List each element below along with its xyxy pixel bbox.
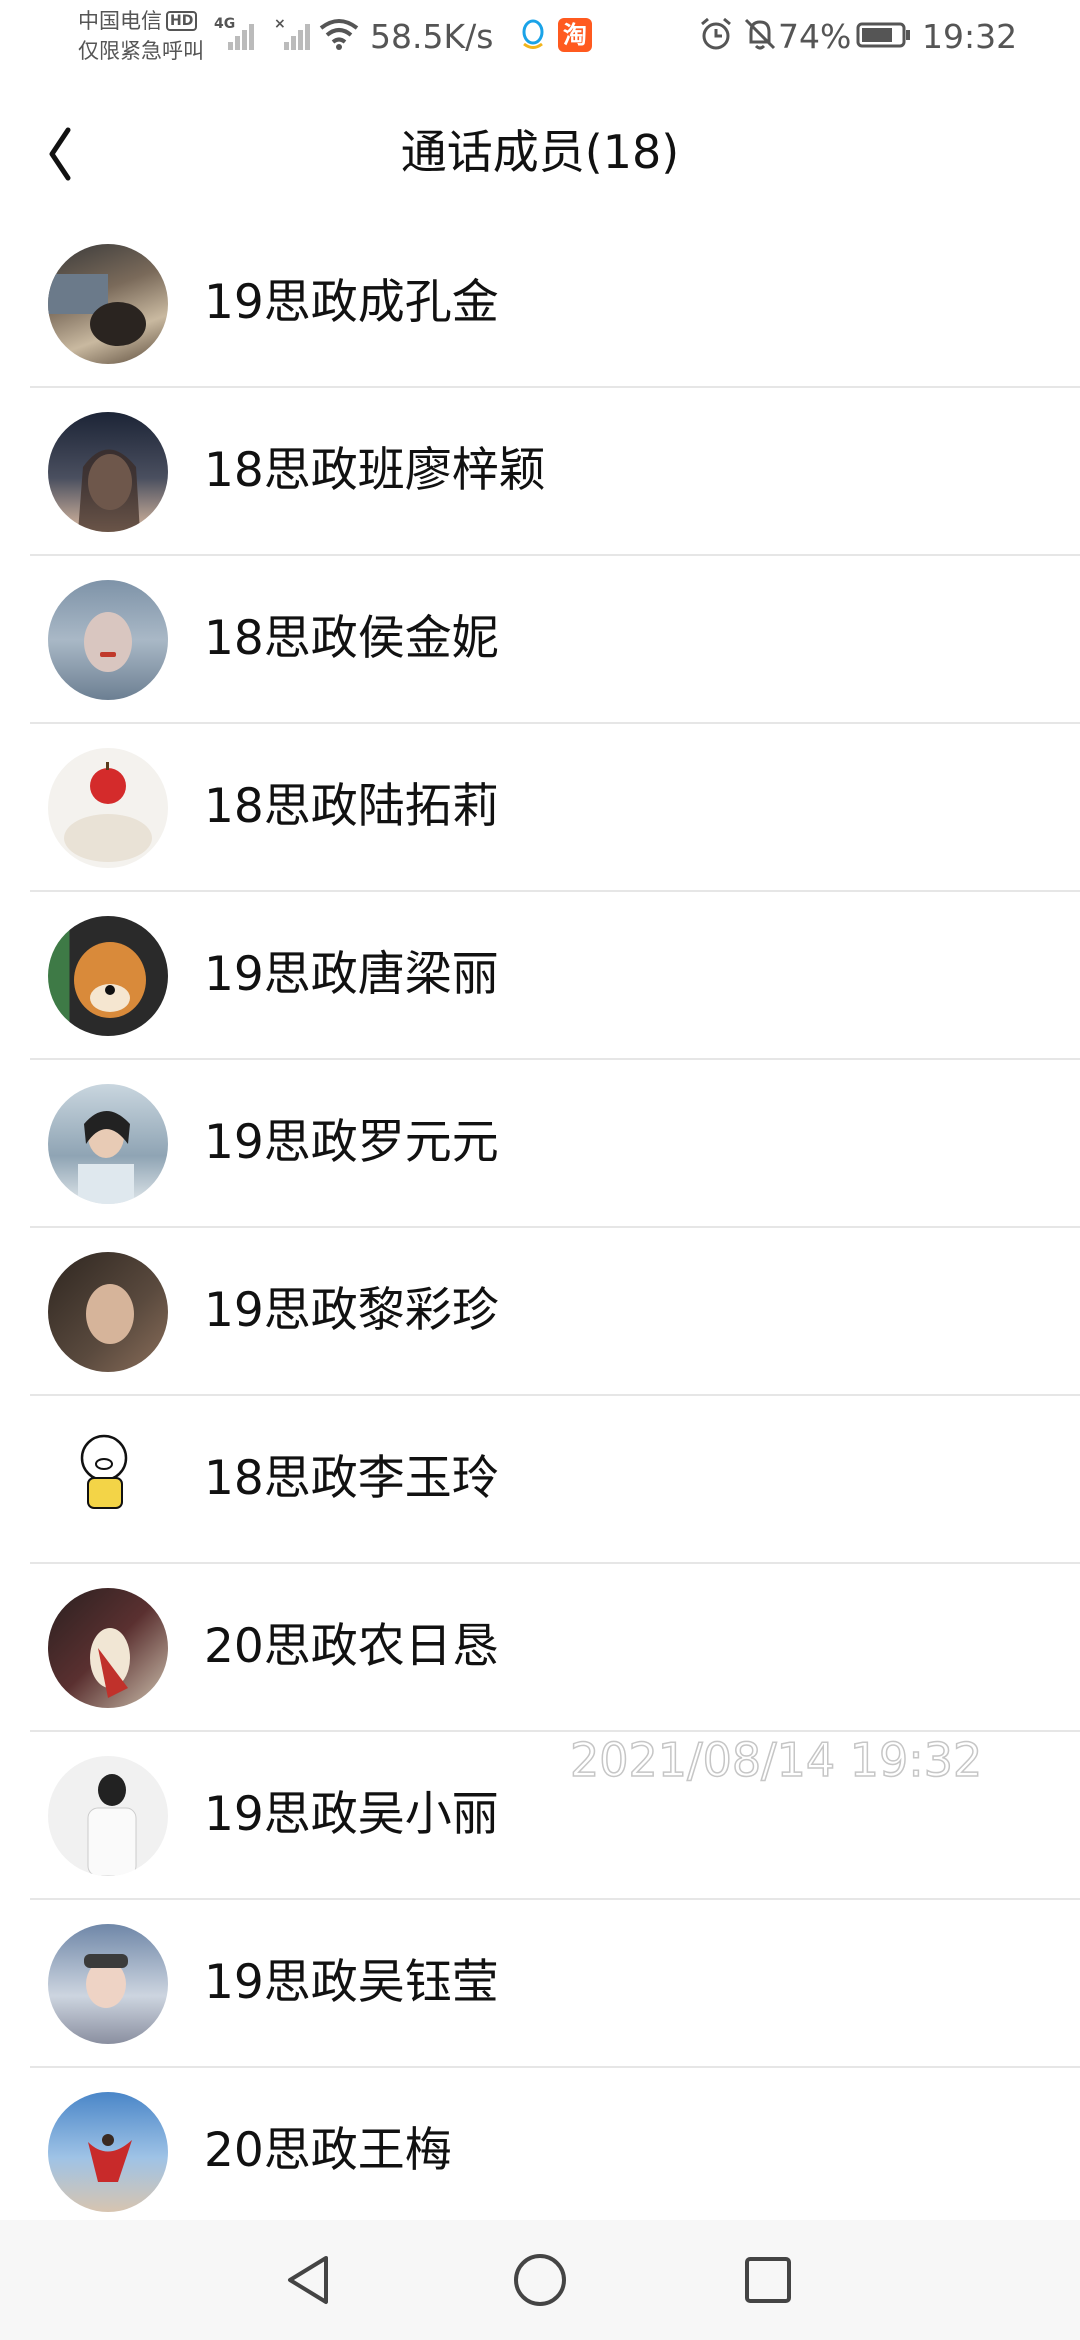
member-row[interactable]: 18思政李玉玲 [0,1396,1080,1564]
member-name: 18思政侯金妮 [204,611,499,666]
silent-bell-icon [742,16,778,52]
triangle-back-icon [288,2256,328,2304]
emergency-only-text: 仅限紧急呼叫 [78,39,204,63]
member-row[interactable]: 19思政吴钰莹 [0,1900,1080,2068]
member-name: 19思政吴小丽 [204,1787,499,1842]
member-name: 19思政唐梁丽 [204,947,499,1002]
system-nav-bar [0,2220,1080,2340]
circle-home-icon [514,2254,566,2306]
avatar [48,1588,168,1708]
member-row[interactable]: 20思政王梅 [0,2068,1080,2236]
member-name: 19思政黎彩珍 [204,1283,499,1338]
member-row[interactable]: 19思政黎彩珍 [0,1228,1080,1396]
nav-back-button[interactable] [278,2250,338,2310]
member-row[interactable]: 18思政陆拓莉 [0,724,1080,892]
avatar [48,580,168,700]
member-name: 20思政农日恳 [204,1619,499,1674]
member-list: 19思政成孔金 18思政班廖梓颖 18思政侯金妮 18思政陆拓莉 19思政唐梁丽… [0,220,1080,2236]
signal-4g-icon: 4G [214,16,258,52]
page-title: 通话成员(18) [400,125,680,179]
avatar [48,2092,168,2212]
wifi-icon [318,16,360,52]
network-speed: 58.5K/s [370,17,494,56]
battery-percent: 74% [778,17,852,56]
nav-home-button[interactable] [510,2250,570,2310]
member-row[interactable]: 19思政罗元元 [0,1060,1080,1228]
avatar [48,412,168,532]
carrier-name: 中国电信 [78,9,162,33]
member-row[interactable]: 18思政班廖梓颖 [0,388,1080,556]
clock: 19:32 [922,17,1018,56]
hd-badge: HD [166,11,198,31]
carrier-info: 中国电信 HD 仅限紧急呼叫 [78,6,204,66]
avatar [48,1924,168,2044]
avatar [48,916,168,1036]
member-name: 18思政李玉玲 [204,1451,499,1506]
square-recents-icon [745,2257,791,2303]
timestamp-watermark: 2021/08/14 19:32 [569,1732,983,1788]
avatar [48,1084,168,1204]
avatar [48,1252,168,1372]
member-row[interactable]: 19思政成孔金 [0,220,1080,388]
taobao-notification-icon: 淘 [558,18,592,52]
qq-notification-icon [516,18,550,52]
member-row[interactable]: 19思政唐梁丽 [0,892,1080,1060]
avatar [48,1420,168,1540]
header-bar: 通话成员(18) [0,80,1080,220]
signal-no-sim-icon: × [274,16,314,52]
member-name: 18思政陆拓莉 [204,779,499,834]
member-name: 18思政班廖梓颖 [204,443,546,498]
avatar [48,244,168,364]
svg-text:×: × [274,16,286,32]
alarm-icon [698,16,734,52]
status-bar: 中国电信 HD 仅限紧急呼叫 4G × 58.5K/s 淘 74% 19:32 [0,0,1080,80]
member-name: 20思政王梅 [204,2123,452,2178]
battery-icon [856,16,912,52]
member-name: 19思政罗元元 [204,1115,499,1170]
avatar [48,1756,168,1876]
member-row[interactable]: 18思政侯金妮 [0,556,1080,724]
avatar [48,748,168,868]
member-row[interactable]: 20思政农日恳 [0,1564,1080,1732]
member-name: 19思政成孔金 [204,275,499,330]
nav-recents-button[interactable] [738,2250,798,2310]
member-name: 19思政吴钰莹 [204,1955,499,2010]
